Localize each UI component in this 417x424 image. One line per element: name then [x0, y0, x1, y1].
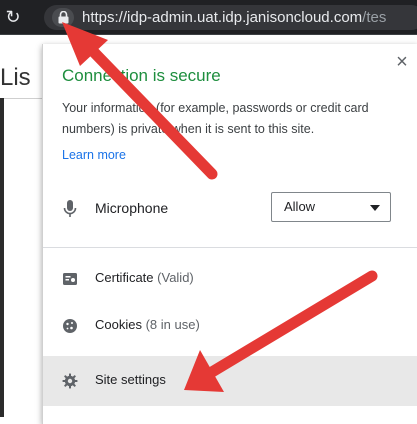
site-settings-label: Site settings: [95, 372, 166, 387]
certificate-status: (Valid): [157, 270, 194, 285]
site-settings-item[interactable]: Site settings: [43, 356, 417, 406]
cookies-count: (8 in use): [145, 317, 200, 332]
cookies-text: Cookies: [95, 317, 142, 332]
lock-icon: [58, 11, 68, 24]
microphone-icon: [63, 200, 77, 217]
address-bar[interactable]: https://idp-admin.uat.idp.janisoncloud.c…: [44, 5, 417, 30]
microphone-permission-select[interactable]: Allow: [271, 192, 391, 222]
permission-label: Microphone: [95, 200, 169, 216]
connection-description: Your information (for example, passwords…: [62, 101, 369, 136]
divider: [43, 247, 417, 248]
certificate-text: Certificate: [95, 270, 154, 285]
page-divider: [0, 98, 45, 99]
cookies-item[interactable]: Cookies (8 in use): [43, 304, 417, 348]
page-title: Lis: [0, 64, 31, 91]
page-left-border: [0, 98, 4, 417]
cookie-icon: [63, 319, 77, 333]
learn-more-link[interactable]: Learn more: [62, 148, 126, 162]
cookies-label: Cookies (8 in use): [95, 317, 200, 332]
gear-icon: [62, 373, 78, 389]
certificate-icon: [63, 273, 77, 285]
certificate-item[interactable]: Certificate (Valid): [43, 257, 417, 301]
site-info-popup: Connection is secure × Your information …: [42, 44, 417, 424]
connection-status-title: Connection is secure: [62, 66, 221, 85]
permission-selected-value: Allow: [284, 199, 316, 214]
certificate-label: Certificate (Valid): [95, 270, 194, 285]
reload-icon[interactable]: ↻: [2, 6, 24, 28]
permission-row-microphone: Microphone Allow: [43, 189, 417, 229]
chevron-down-icon: [370, 205, 380, 211]
url-path: /tes: [362, 9, 387, 26]
url-text[interactable]: https://idp-admin.uat.idp.janisoncloud.c…: [82, 8, 386, 27]
site-info-button[interactable]: [52, 8, 74, 27]
close-icon[interactable]: ×: [390, 50, 414, 74]
url-host: https://idp-admin.uat.idp.janisoncloud.c…: [82, 9, 363, 26]
browser-toolbar: ↻ https://idp-admin.uat.idp.janisoncloud…: [0, 0, 417, 35]
